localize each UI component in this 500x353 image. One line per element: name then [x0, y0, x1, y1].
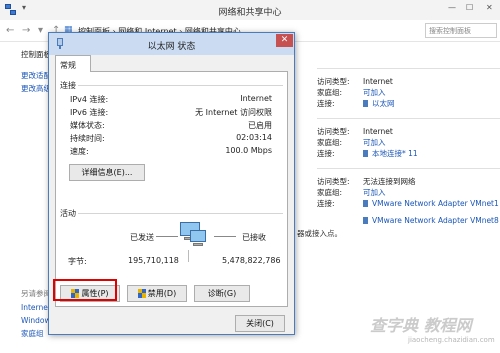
net2-access-type: 访问类型: Internet: [317, 127, 393, 136]
bytes-label: 字节:: [68, 257, 87, 266]
nav-change-adapter[interactable]: 更改适配器设置: [21, 70, 50, 81]
disable-button[interactable]: 禁用(D): [127, 285, 187, 302]
net1-connection: 连接: 以太网: [317, 99, 395, 108]
divider: [317, 68, 500, 69]
net3-connection: 连接: VMware Network Adapter VMnet1: [317, 199, 499, 208]
minimize-button[interactable]: —: [448, 3, 456, 12]
ethernet-icon: [363, 100, 368, 107]
sent-line: [156, 236, 178, 237]
nav-homegroup[interactable]: 家庭组: [21, 328, 50, 339]
recent-icon[interactable]: ▾: [38, 25, 43, 36]
tab-general[interactable]: 常规: [55, 55, 91, 72]
bytes-received-value: 5,478,822,786: [222, 256, 281, 265]
net1-homegroup: 家庭组: 可加入: [317, 88, 386, 97]
nav-firewall[interactable]: Windows 防火墙: [21, 315, 50, 326]
forward-icon[interactable]: →: [22, 25, 30, 36]
watermark: 查字典 教程网: [370, 316, 472, 335]
vmware-adapter-icon: [363, 200, 368, 207]
network-details: 访问类型: Internet 家庭组: 可加入 连接: 以太网 访问类型: Intern…: [293, 42, 500, 353]
uac-shield-icon: [137, 289, 146, 298]
dialog-title: 以太网 状态: [147, 42, 196, 52]
net1-connection-link[interactable]: 以太网: [372, 99, 395, 108]
activity-section-header: 活动: [60, 209, 76, 218]
connection-section-header: 连接: [60, 81, 76, 90]
net2-connection: 连接: 本地连接* 11: [317, 149, 418, 158]
divider: [317, 118, 500, 119]
net3-connection-2: VMware Network Adapter VMnet8: [317, 216, 499, 225]
net1-access-type: 访问类型: Internet: [317, 77, 393, 86]
dialog-close-icon[interactable]: ✕: [276, 34, 293, 47]
net3-homegroup-link[interactable]: 可加入: [363, 188, 386, 197]
router-hint-text: 器或接入点。: [297, 229, 342, 238]
sent-label: 已发送: [130, 233, 154, 242]
net3-connection2-link[interactable]: VMware Network Adapter VMnet8: [372, 216, 499, 225]
left-nav: 控制面板主页 更改适配器设置 更改高级共享设置 另请参阅 Internet 选项…: [0, 42, 50, 353]
net3-access-type: 访问类型: 无法连接到网络: [317, 177, 416, 186]
divider: [78, 213, 283, 214]
watermark-url: jiaocheng.chazidian.com: [408, 336, 495, 344]
net1-homegroup-link[interactable]: 可加入: [363, 88, 386, 97]
window-close-button[interactable]: ✕: [486, 3, 493, 12]
net3-connection-link[interactable]: VMware Network Adapter VMnet1: [372, 199, 499, 208]
dialog-titlebar: 以太网 状态 ✕: [49, 33, 294, 55]
divider: [78, 85, 283, 86]
activity-separator: [188, 250, 189, 262]
back-icon[interactable]: ←: [6, 25, 14, 36]
received-line: [214, 236, 236, 237]
search-input[interactable]: 搜索控制面板: [425, 23, 497, 38]
received-label: 已接收: [242, 233, 266, 242]
window-title: 网络和共享中心: [218, 8, 282, 18]
net2-homegroup-link[interactable]: 可加入: [363, 138, 386, 147]
net2-connection-link[interactable]: 本地连接* 11: [372, 149, 418, 158]
details-button[interactable]: 详细信息(E)...: [69, 164, 145, 181]
divider: [317, 168, 500, 169]
see-also-heading: 另请参阅: [21, 289, 50, 298]
net2-homegroup: 家庭组: 可加入: [317, 138, 386, 147]
highlight-box: [53, 279, 117, 301]
dialog-close-button[interactable]: 关闭(C): [235, 315, 285, 332]
window-titlebar: ▾ 网络和共享中心 — ☐ ✕: [0, 0, 500, 20]
wireless-icon: [363, 150, 368, 157]
maximize-button[interactable]: ☐: [466, 3, 473, 12]
nav-internet-options[interactable]: Internet 选项: [21, 302, 50, 313]
net3-homegroup: 家庭组: 可加入: [317, 188, 386, 197]
vmware-adapter-icon: [363, 217, 368, 224]
nav-control-panel-home[interactable]: 控制面板主页: [21, 49, 50, 60]
bytes-sent-value: 195,710,118: [128, 256, 179, 265]
nav-change-sharing[interactable]: 更改高级共享设置: [21, 83, 50, 94]
diagnose-button[interactable]: 诊断(G): [194, 285, 250, 302]
general-panel: 连接 IPv4 连接: Internet IPv6 连接: 无 Internet 访…: [55, 71, 288, 307]
